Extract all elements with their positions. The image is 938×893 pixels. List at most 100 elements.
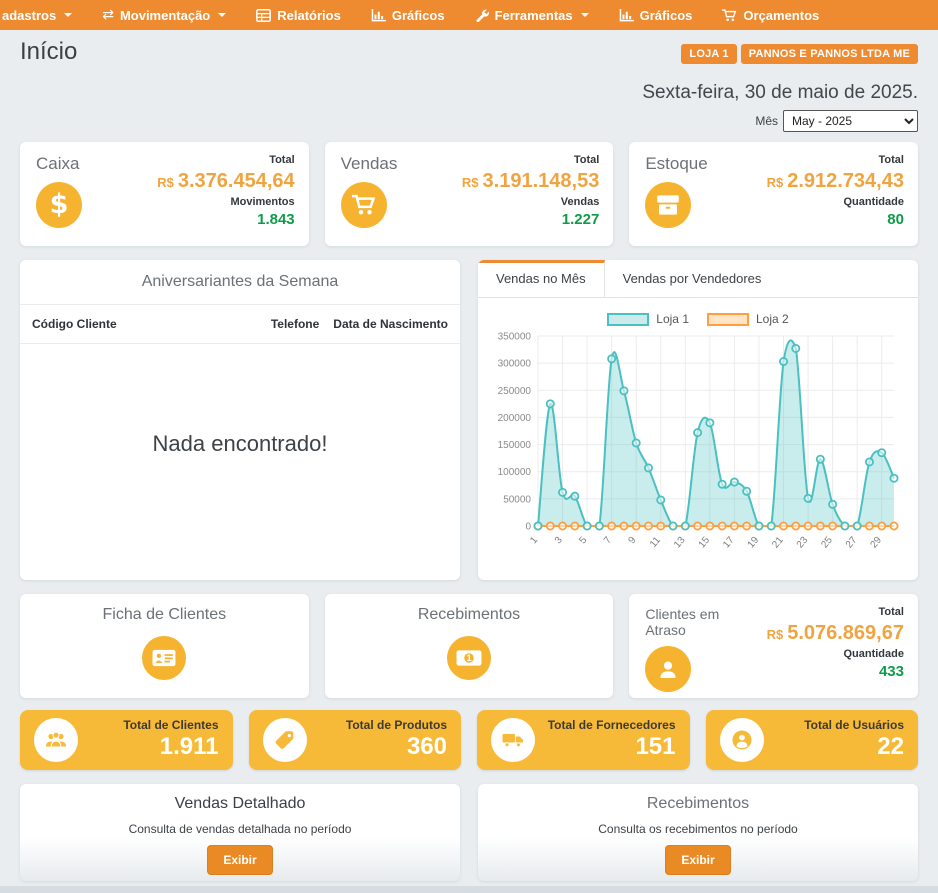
svg-text:25: 25 xyxy=(819,535,835,551)
svg-text:7: 7 xyxy=(602,535,614,547)
svg-text:3: 3 xyxy=(553,535,565,547)
nav-item-orcamentos[interactable]: Orçamentos xyxy=(722,8,819,23)
total-label: Total xyxy=(745,154,904,168)
vendas-label: Vendas xyxy=(441,196,600,210)
svg-text:17: 17 xyxy=(721,535,737,551)
sales-area-chart: 0 50000 100000 150000 200000 250000 300000 3500… xyxy=(478,328,918,571)
page-title: Início xyxy=(20,38,77,66)
total-produtos-card[interactable]: Total de Produtos 360 xyxy=(249,710,462,770)
quantidade-label: Quantidade xyxy=(745,196,904,210)
ficha-clientes-card[interactable]: Ficha de Clientes xyxy=(20,594,309,698)
svg-text:0: 0 xyxy=(525,522,531,533)
total-produtos-label: Total de Produtos xyxy=(307,718,448,732)
nav-item-graficos-2[interactable]: Gráficos xyxy=(619,8,693,23)
company-badge[interactable]: PANNOS E PANNOS LTDA ME xyxy=(741,44,918,64)
nav-item-label: Gráficos xyxy=(392,8,445,23)
chart-tabs: Vendas no Mês Vendas por Vendedores xyxy=(478,260,918,298)
top-navbar: adastros ⇄ Movimentação Relatórios Gráfi… xyxy=(0,0,938,30)
clientes-em-atraso-card: Clientes em Atraso Total R$5.076.869,67 … xyxy=(629,594,918,698)
total-usuarios-value: 22 xyxy=(764,733,905,762)
vendas-count: 1.227 xyxy=(441,211,600,230)
total-fornecedores-label: Total de Fornecedores xyxy=(535,718,676,732)
cart-circle-icon xyxy=(341,182,387,228)
recebimentos-panel-title: Recebimentos xyxy=(478,795,918,813)
svg-text:50000: 50000 xyxy=(503,494,531,505)
movimentos-count: 1.843 xyxy=(136,211,295,230)
store-badge[interactable]: LOJA 1 xyxy=(681,44,736,64)
svg-text:150000: 150000 xyxy=(498,440,532,451)
nav-item-ferramentas[interactable]: Ferramentas xyxy=(475,8,589,23)
birthdays-panel-title: Aniversariantes da Semana xyxy=(20,260,460,305)
nav-item-label: Relatórios xyxy=(277,8,341,23)
legend-loja-2[interactable]: Loja 2 xyxy=(707,312,789,326)
total-clientes-card[interactable]: Total de Clientes 1.911 xyxy=(20,710,233,770)
atraso-count: 433 xyxy=(745,663,904,682)
svg-text:250000: 250000 xyxy=(498,386,532,397)
total-label: Total xyxy=(136,154,295,168)
store-badges: LOJA 1 PANNOS E PANNOS LTDA ME xyxy=(681,44,918,64)
bar-chart-icon xyxy=(619,9,634,22)
exchange-icon: ⇄ xyxy=(102,7,114,23)
nav-item-label: Gráficos xyxy=(640,8,693,23)
svg-text:15: 15 xyxy=(697,535,713,551)
legend-loja-1[interactable]: Loja 1 xyxy=(607,312,689,326)
caret-down-icon xyxy=(64,13,72,17)
exibir-recebimentos-button[interactable]: Exibir xyxy=(665,845,730,875)
nav-item-relatorios[interactable]: Relatórios xyxy=(256,8,341,23)
vendas-detalhado-panel: Vendas Detalhado Consulta de vendas deta… xyxy=(20,784,460,881)
dashboard-page: adastros ⇄ Movimentação Relatórios Gráfi… xyxy=(0,0,938,893)
estoque-count: 80 xyxy=(745,211,904,230)
caixa-total-value: R$3.376.454,64 xyxy=(136,169,295,194)
total-fornecedores-card[interactable]: Total de Fornecedores 151 xyxy=(477,710,690,770)
recebimentos-panel: Recebimentos Consulta os recebimentos no… xyxy=(478,784,918,881)
total-usuarios-card[interactable]: Total de Usuários 22 xyxy=(706,710,919,770)
nav-item-label: Movimentação xyxy=(120,8,210,23)
current-date: Sexta-feira, 30 de maio de 2025. xyxy=(20,82,918,104)
user-icon xyxy=(645,646,691,692)
nav-item-label: Orçamentos xyxy=(743,8,819,23)
estoque-card-title: Estoque xyxy=(645,154,745,174)
tab-vendas-por-vendedores[interactable]: Vendas por Vendedores xyxy=(605,260,780,297)
month-select[interactable]: May - 2025 xyxy=(783,110,918,132)
svg-text:300000: 300000 xyxy=(498,359,532,370)
clientes-atraso-title: Clientes em Atraso xyxy=(645,606,731,638)
sales-chart-panel: Vendas no Mês Vendas por Vendedores Loja… xyxy=(478,260,918,580)
nav-item-cadastros[interactable]: adastros xyxy=(2,8,72,23)
tag-icon xyxy=(263,718,307,762)
total-usuarios-label: Total de Usuários xyxy=(764,718,905,732)
vendas-card-title: Vendas xyxy=(341,154,441,174)
col-data-nascimento: Data de Nascimento xyxy=(333,317,448,331)
exibir-vendas-button[interactable]: Exibir xyxy=(207,845,272,875)
legend-swatch-loja-1 xyxy=(607,313,649,326)
recebimentos-card[interactable]: Recebimentos 1 xyxy=(325,594,614,698)
nav-item-graficos-1[interactable]: Gráficos xyxy=(371,8,445,23)
wrench-icon xyxy=(475,8,489,22)
col-codigo-cliente: Código Cliente xyxy=(32,317,257,331)
nav-item-movimentacao[interactable]: ⇄ Movimentação xyxy=(102,7,226,23)
movimentos-label: Movimentos xyxy=(136,196,295,210)
dollar-icon: $ xyxy=(36,182,82,228)
svg-text:11: 11 xyxy=(648,535,663,550)
svg-text:29: 29 xyxy=(868,535,884,551)
vendas-total-value: R$3.191.148,53 xyxy=(441,169,600,194)
svg-text:9: 9 xyxy=(627,535,639,547)
recebimentos-desc: Consulta os recebimentos no período xyxy=(478,822,918,836)
legend-swatch-loja-2 xyxy=(707,313,749,326)
svg-text:19: 19 xyxy=(746,535,762,551)
empty-message: Nada encontrado! xyxy=(20,344,460,544)
caret-down-icon xyxy=(218,13,226,17)
truck-icon xyxy=(491,718,535,762)
bar-chart-icon xyxy=(371,9,386,22)
svg-text:100000: 100000 xyxy=(498,467,532,478)
birthdays-table-header: Código Cliente Telefone Data de Nascimen… xyxy=(20,305,460,344)
svg-text:27: 27 xyxy=(844,535,860,551)
estoque-card: Estoque Total R$2.912.734,43 Quantidade … xyxy=(629,142,918,246)
birthdays-panel: Aniversariantes da Semana Código Cliente… xyxy=(20,260,460,580)
svg-text:350000: 350000 xyxy=(498,332,532,343)
cart-icon xyxy=(722,9,737,22)
recebimentos-card-title: Recebimentos xyxy=(418,606,520,624)
svg-text:200000: 200000 xyxy=(498,413,532,424)
tab-vendas-no-mes[interactable]: Vendas no Mês xyxy=(478,260,605,297)
vendas-detalhado-desc: Consulta de vendas detalhada no período xyxy=(20,822,460,836)
area-chart-svg: 0 50000 100000 150000 200000 250000 300000 3500… xyxy=(486,328,910,566)
